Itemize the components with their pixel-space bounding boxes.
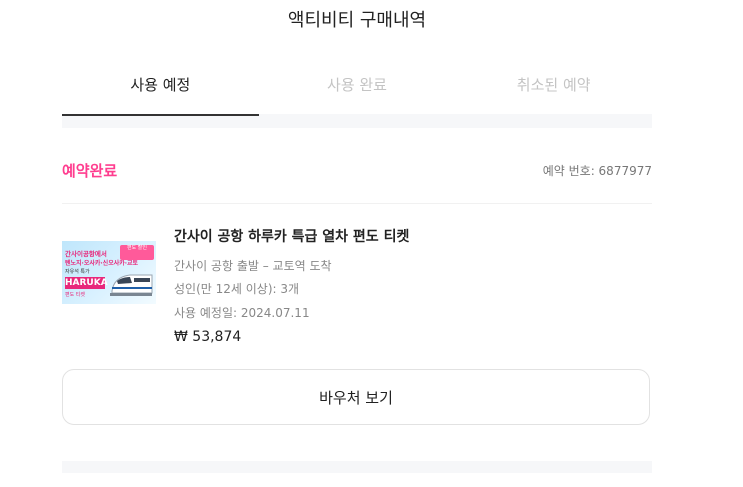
active-tab-indicator xyxy=(62,114,259,116)
section-separator xyxy=(62,461,652,473)
tab-used[interactable]: 사용 완료 xyxy=(259,70,456,118)
tab-upcoming[interactable]: 사용 예정 xyxy=(62,70,259,118)
product-thumbnail[interactable]: 간사이공항에서 텐노지·오사카·신오사카·교토 자유석 특가 편도 할인 HAR… xyxy=(62,241,156,304)
product-route: 간사이 공항 출발 – 교토역 도착 xyxy=(174,259,332,273)
product-title[interactable]: 간사이 공항 하루카 특급 열차 편도 티켓 xyxy=(174,226,409,248)
page-title: 액티비티 구매내역 xyxy=(287,10,427,31)
view-voucher-button[interactable]: 바우처 보기 xyxy=(62,369,650,425)
tab-underline-track xyxy=(62,114,652,128)
thumbnail-line-3: 자유석 특가 xyxy=(65,269,90,275)
tab-bar: 사용 예정 사용 완료 취소된 예약 xyxy=(62,70,652,118)
thumbnail-sub: 편도 티켓 xyxy=(65,292,85,298)
thumbnail-badge: 편도 할인 xyxy=(120,245,154,260)
haruka-logo: HARUKA xyxy=(65,277,108,289)
order-number: 예약 번호: 6877977 xyxy=(542,164,652,178)
product-price: ₩ 53,874 xyxy=(174,329,242,345)
thumbnail-line-1: 간사이공항에서 xyxy=(65,250,107,258)
train-icon xyxy=(110,274,153,296)
booking-status: 예약완료 xyxy=(62,162,118,180)
tab-cancelled[interactable]: 취소된 예약 xyxy=(455,70,652,118)
product-use-date: 사용 예정일: 2024.07.11 xyxy=(174,306,310,320)
divider xyxy=(62,203,652,204)
product-quantity: 성인(만 12세 이상): 3개 xyxy=(174,282,300,296)
